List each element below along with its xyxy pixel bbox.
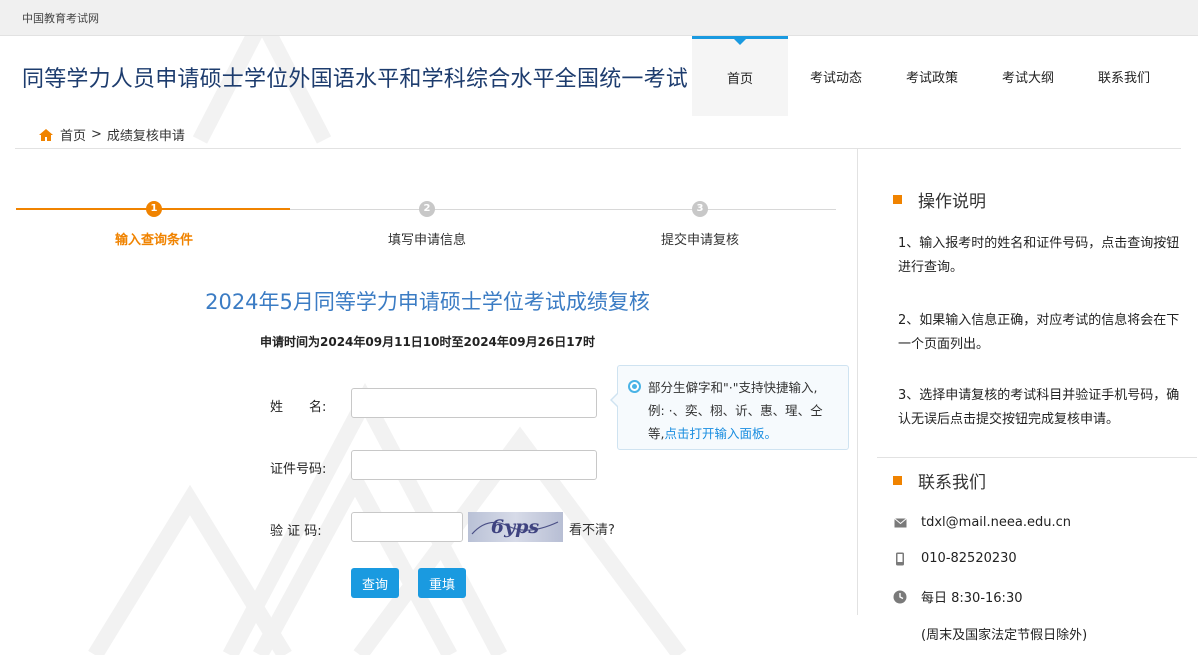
captcha-label: 验 证 码: <box>270 524 322 539</box>
contact-hours: 每日 8:30-16:30 <box>893 587 1022 606</box>
contact-phone: 010-82520230 <box>893 551 1017 566</box>
step-2: 2 填写申请信息 <box>327 200 527 248</box>
step-1-number: 1 <box>146 201 162 217</box>
tip-line-3: 等,点击打开输入面板。 <box>648 422 838 445</box>
contact-title: 联系我们 <box>893 468 986 493</box>
name-input[interactable] <box>351 388 597 418</box>
name-label: 姓 名: <box>270 400 327 415</box>
site-title: 同等学力人员申请硕士学位外国语水平和学科综合水平全国统一考试 <box>22 67 689 92</box>
query-button[interactable]: 查询 <box>351 568 399 598</box>
contact-hours-note: (周末及国家法定节假日除外) <box>921 628 1088 643</box>
nav-home[interactable]: 首页 <box>692 36 788 116</box>
tip-line-3-text: 等, <box>648 426 665 441</box>
instruction-1: 1、输入报考时的姓名和证件号码，点击查询按钮进行查询。 <box>898 236 1180 275</box>
breadcrumb-current: 成绩复核申请 <box>106 129 185 144</box>
captcha-text: 6yps <box>491 516 540 538</box>
input-tip: 部分生僻字和"·"支持快捷输入, 例: ·、奕、栩、䜣、惠、瑆、仝 等,点击打开… <box>610 365 849 450</box>
instruction-3: 3、选择申请复核的考试科目并验证手机号码，确认无误后点击提交按钮完成复核申请。 <box>898 388 1180 427</box>
step-1: 1 输入查询条件 <box>54 200 254 248</box>
mail-icon <box>893 516 907 530</box>
info-radio-icon <box>628 380 641 393</box>
id-number-label: 证件号码: <box>270 462 327 477</box>
id-number-input[interactable] <box>351 450 597 480</box>
exam-title: 2024年5月同等学力申请硕士学位考试成绩复核 <box>205 290 650 314</box>
step-1-label: 输入查询条件 <box>114 233 193 248</box>
orange-square-icon <box>893 195 902 204</box>
tip-line-1: 部分生僻字和"·"支持快捷输入, <box>648 380 818 395</box>
captcha-refresh-link[interactable]: 看不清? <box>569 519 615 538</box>
tip-line-2: 例: ·、奕、栩、䜣、惠、瑆、仝 <box>648 403 823 418</box>
breadcrumb-home[interactable]: 首页 <box>60 125 86 144</box>
step-3-number: 3 <box>692 201 708 217</box>
top-bar: 中国教育考试网 <box>0 0 1198 36</box>
instructions-title: 操作说明 <box>893 187 986 212</box>
captcha-image[interactable]: 6yps <box>468 512 563 542</box>
column-divider <box>857 149 858 615</box>
breadcrumb: 首页 > 成绩复核申请 <box>38 125 185 144</box>
contact-title-text: 联系我们 <box>918 473 986 493</box>
instructions-title-text: 操作说明 <box>918 192 986 212</box>
nav-exam-news[interactable]: 考试动态 <box>788 36 884 116</box>
phone-icon <box>893 552 907 566</box>
home-icon <box>39 128 53 141</box>
clock-icon <box>893 590 907 604</box>
contact-phone-text: 010-82520230 <box>921 551 1017 566</box>
reset-button[interactable]: 重填 <box>418 568 466 598</box>
main-nav: 首页 考试动态 考试政策 考试大纲 联系我们 <box>692 36 1172 116</box>
sidebar-divider <box>877 457 1197 458</box>
application-period: 申请时间为2024年09月11日10时至2024年09月26日17时 <box>260 335 595 349</box>
step-2-number: 2 <box>419 201 435 217</box>
site-portal-link[interactable]: 中国教育考试网 <box>22 10 99 26</box>
nav-exam-syllabus[interactable]: 考试大纲 <box>980 36 1076 116</box>
breadcrumb-divider <box>15 148 1181 149</box>
nav-exam-policy[interactable]: 考试政策 <box>884 36 980 116</box>
step-2-label: 填写申请信息 <box>387 233 466 248</box>
nav-contact[interactable]: 联系我们 <box>1076 36 1172 116</box>
progress-steps: 1 输入查询条件 2 填写申请信息 3 提交申请复核 <box>16 200 836 250</box>
captcha-input[interactable] <box>351 512 463 542</box>
open-input-panel-link[interactable]: 点击打开输入面板。 <box>664 426 777 441</box>
instruction-2: 2、如果输入信息正确，对应考试的信息将会在下一个页面列出。 <box>898 313 1180 352</box>
step-3-label: 提交申请复核 <box>660 233 739 248</box>
contact-email-text[interactable]: tdxl@mail.neea.edu.cn <box>921 515 1071 530</box>
breadcrumb-separator: > <box>91 127 102 142</box>
contact-hours-text: 每日 8:30-16:30 <box>921 591 1023 606</box>
captcha-graphic: 6yps <box>471 516 559 538</box>
header: 同等学力人员申请硕士学位外国语水平和学科综合水平全国统一考试 首页 考试动态 考… <box>0 36 1198 116</box>
contact-email: tdxl@mail.neea.edu.cn <box>893 515 1071 530</box>
orange-square-icon <box>893 476 902 485</box>
step-3: 3 提交申请复核 <box>600 200 800 248</box>
